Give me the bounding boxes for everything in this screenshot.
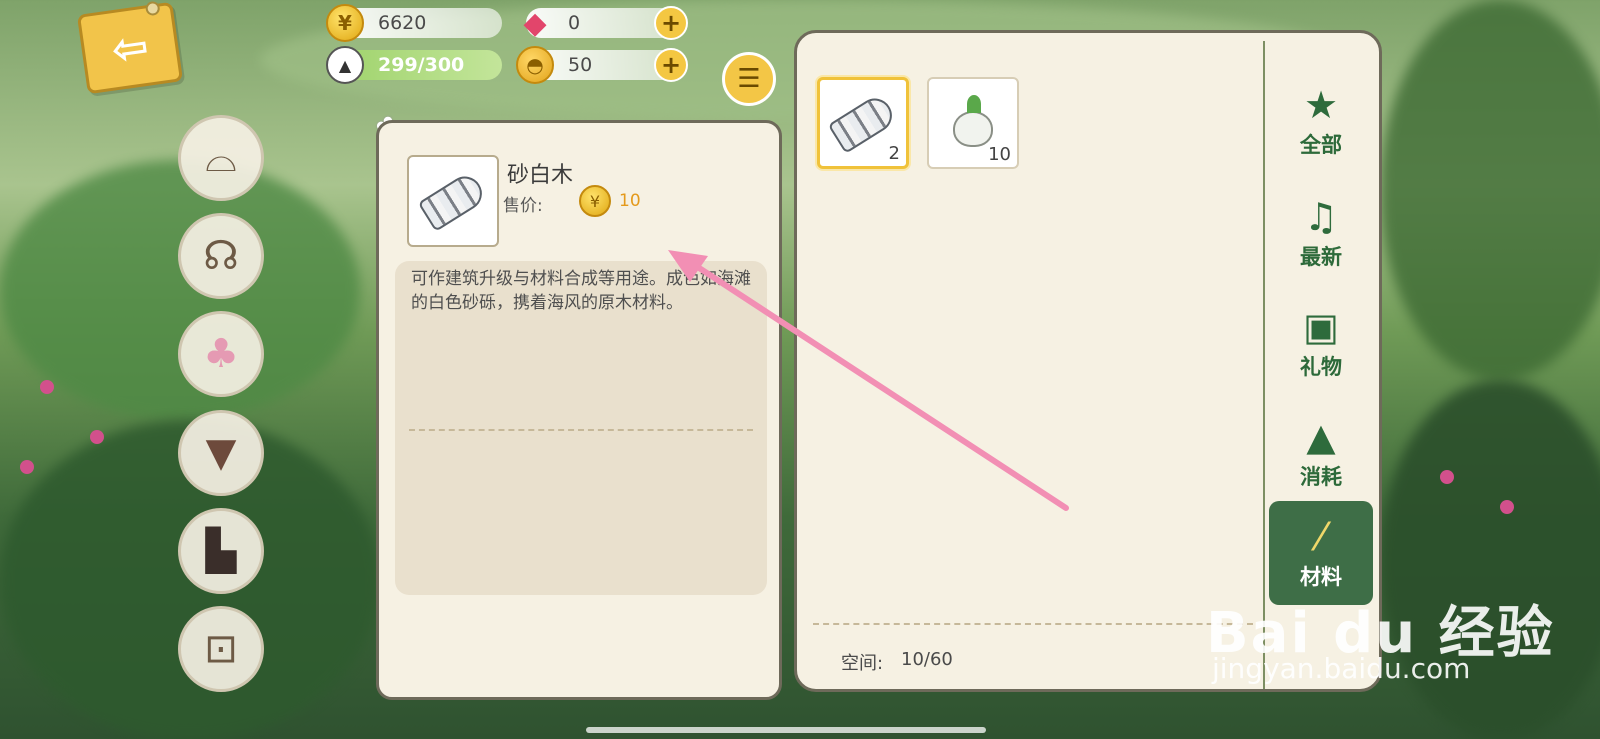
space-label: 空间: (841, 653, 884, 674)
inventory-slot[interactable]: 2 (817, 77, 909, 169)
gem-icon: ◆ (523, 5, 547, 41)
back-button[interactable]: ⇦ (76, 0, 184, 95)
blouse-icon: ♣ (203, 331, 239, 377)
list-icon: ☰ (737, 64, 761, 94)
shell-balance: ◓ 50 + (516, 46, 688, 84)
tab-label: 最新 (1300, 245, 1342, 269)
tab-label: 消耗 (1300, 465, 1342, 489)
item-description: 可作建筑升级与材料合成等用途。成色如海滩的白色砂砾，携着海风的原木材料。 (411, 269, 751, 313)
coin-value: 6620 (378, 12, 427, 34)
log-icon: ⁄ (1317, 515, 1325, 559)
category-skirt-button[interactable]: ▼ (178, 410, 264, 496)
onigiri-icon: ▲ (1306, 415, 1336, 459)
gem-balance: ◆ 0 + (523, 6, 688, 41)
tab-label: 礼物 (1300, 355, 1342, 379)
tab-gift[interactable]: ▣ 礼物 (1269, 291, 1373, 395)
item-detail-panel: 砂白木 售价: ¥ 10 可作建筑升级与材料合成等用途。成色如海滩的白色砂砾，携… (376, 120, 782, 700)
pin-icon (144, 0, 161, 17)
gift-icon: ▣ (1303, 305, 1339, 349)
item-name: 砂白木 (507, 163, 574, 188)
coin-icon: ¥ (326, 4, 364, 42)
bell-icon: ♫ (1303, 195, 1339, 239)
description-box: 可作建筑升级与材料合成等用途。成色如海滩的白色砂砾，携着海风的原木材料。 (395, 261, 767, 595)
right-bushes (1380, 380, 1600, 739)
category-earmuffs-button[interactable]: ☊ (178, 213, 264, 299)
item-thumbnail (407, 155, 499, 247)
energy-bar: ▲ 299/300 (326, 46, 502, 84)
flower-decor (90, 430, 104, 444)
star-icon: ★ (1303, 83, 1339, 127)
add-gems-button[interactable]: + (654, 6, 688, 40)
radish-icon (953, 95, 993, 147)
divider (409, 429, 753, 431)
onigiri-icon: ▲ (326, 46, 364, 84)
earmuffs-icon: ☊ (203, 233, 239, 279)
flower-decor (20, 460, 34, 474)
price-value: 10 (619, 191, 641, 211)
slot-count: 10 (988, 144, 1011, 165)
flower-decor (40, 380, 54, 394)
category-top-button[interactable]: ♣ (178, 311, 264, 397)
shell-value: 50 (568, 54, 593, 76)
gem-value: 0 (568, 12, 581, 34)
divider (813, 623, 1253, 625)
hat-icon: ⌓ (205, 135, 237, 181)
tab-label: 全部 (1300, 133, 1342, 157)
tab-consumable[interactable]: ▲ 消耗 (1269, 401, 1373, 505)
watermark-url: jingyan.baidu.com (1212, 652, 1471, 685)
backpack-icon: ⊡ (204, 626, 238, 672)
flower-decor (1440, 470, 1454, 484)
category-shoes-button[interactable]: ▙ (178, 508, 264, 594)
tab-label: 材料 (1300, 565, 1342, 589)
home-indicator[interactable] (586, 727, 986, 733)
tab-all[interactable]: ★ 全部 (1269, 69, 1373, 173)
slot-count: 2 (888, 143, 900, 164)
list-menu-button[interactable]: ☰ (722, 52, 776, 106)
space-value: 10/60 (901, 649, 953, 670)
coin-icon: ¥ (579, 185, 611, 217)
back-arrow-icon: ⇦ (108, 20, 152, 76)
price-label: 售价: (503, 196, 543, 216)
flower-decor (1500, 500, 1514, 514)
shoes-icon: ▙ (205, 528, 237, 574)
right-trees (1380, 0, 1600, 380)
inventory-slot[interactable]: 10 (927, 77, 1019, 169)
log-icon (417, 170, 489, 232)
energy-value: 299/300 (378, 54, 465, 76)
add-shells-button[interactable]: + (654, 48, 688, 82)
left-trees (0, 160, 360, 420)
category-hat-button[interactable]: ⌓ (178, 115, 264, 201)
shell-icon: ◓ (516, 46, 554, 84)
skirt-icon: ▼ (205, 430, 237, 476)
category-bag-button[interactable]: ⊡ (178, 606, 264, 692)
tab-newest[interactable]: ♫ 最新 (1269, 181, 1373, 285)
coin-balance: ¥ 6620 (326, 4, 502, 42)
